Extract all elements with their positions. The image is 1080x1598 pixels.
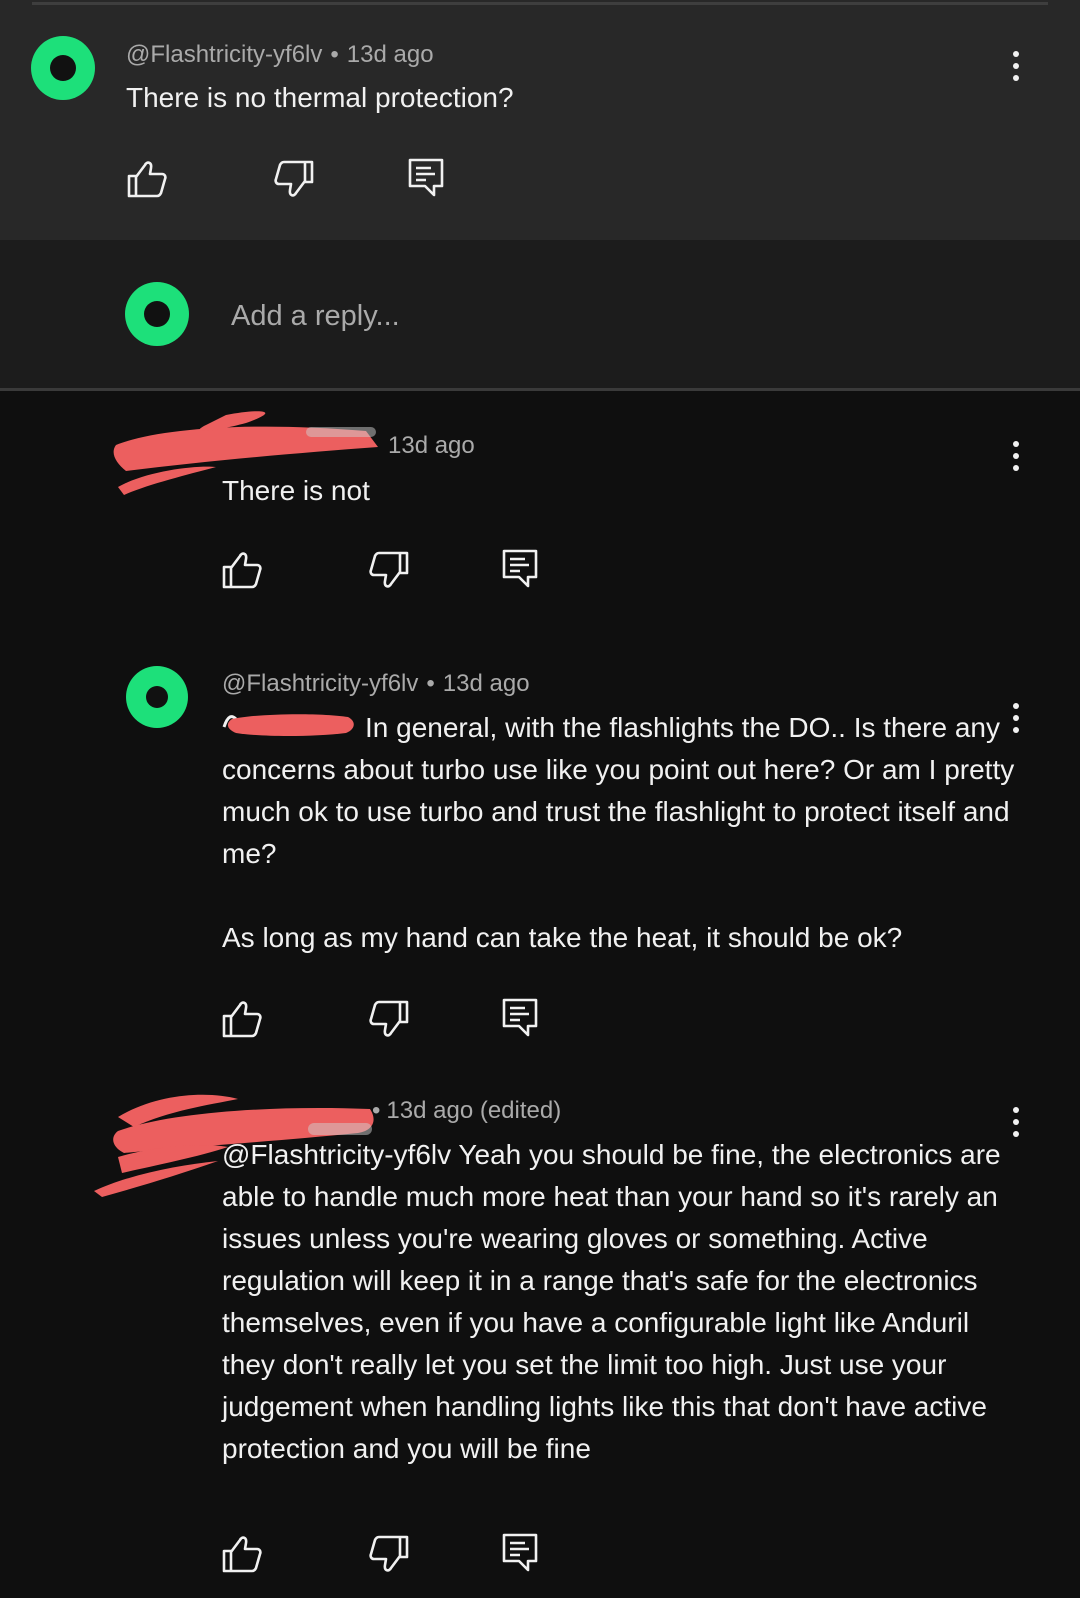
- reply-icon[interactable]: [498, 995, 542, 1039]
- comment-text: @Flashtricity-yf6lv Yeah you should be f…: [222, 1134, 1012, 1470]
- comment-text: There is no thermal protection?: [126, 82, 514, 113]
- comment-meta: @Flashtricity-yf6lv • 13d ago: [222, 669, 530, 699]
- comment-paragraph: As long as my hand can take the heat, it…: [222, 922, 903, 953]
- comment-time[interactable]: 13d ago: [443, 670, 530, 697]
- reply-input[interactable]: Add a reply...: [231, 298, 400, 334]
- more-icon[interactable]: [1000, 696, 1032, 740]
- like-icon[interactable]: [220, 1532, 264, 1576]
- comment-author[interactable]: @Flashtricity-yf6lv: [222, 670, 418, 697]
- more-icon[interactable]: [1000, 434, 1032, 478]
- more-icon[interactable]: [1000, 1100, 1032, 1144]
- reply-item: • 13d ago (edited) @Flashtricity-yf6lv Ye…: [0, 1071, 1080, 1598]
- avatar[interactable]: [126, 666, 188, 728]
- comment-paragraph: @Flashtricity-yf6lv Yeah you should be f…: [222, 1139, 1009, 1464]
- divider: [32, 2, 1048, 5]
- dislike-icon[interactable]: [367, 997, 411, 1041]
- add-reply-row: Add a reply...: [0, 240, 1080, 388]
- dislike-icon[interactable]: [367, 1532, 411, 1576]
- meta-separator: •: [330, 41, 339, 68]
- comment-meta: • 13d ago (edited): [372, 1096, 561, 1126]
- like-icon[interactable]: [125, 157, 169, 201]
- comment-author[interactable]: @Flashtricity-yf6lv: [126, 41, 322, 68]
- comment-time[interactable]: 13d ago (edited): [386, 1097, 561, 1124]
- dislike-icon[interactable]: [272, 157, 316, 201]
- dislike-icon[interactable]: [367, 548, 411, 592]
- like-icon[interactable]: [220, 548, 264, 592]
- meta-separator: •: [426, 670, 435, 697]
- comment-paragraph: There is not: [222, 475, 370, 506]
- avatar[interactable]: [31, 36, 95, 100]
- reply-icon[interactable]: [404, 155, 448, 199]
- comment-meta: @Flashtricity-yf6lv • 13d ago: [126, 40, 434, 70]
- meta-separator: •: [372, 1097, 381, 1124]
- avatar: [125, 282, 189, 346]
- comment-text: There is not: [222, 470, 1002, 512]
- more-icon[interactable]: [1000, 44, 1032, 88]
- reply-icon[interactable]: [498, 1530, 542, 1574]
- comment-time[interactable]: 13d ago: [347, 41, 434, 68]
- reply-item: 13d ago There is not: [0, 391, 1080, 651]
- comment-paragraph: In general, with the flashlights the DO.…: [222, 712, 1022, 869]
- reply-item: @Flashtricity-yf6lv • 13d ago In general, …: [0, 651, 1080, 1071]
- comment-time[interactable]: 13d ago: [388, 431, 475, 461]
- comment-text: In general, with the flashlights the DO.…: [222, 707, 1022, 959]
- reply-icon[interactable]: [498, 546, 542, 590]
- top-comment: @Flashtricity-yf6lv • 13d ago There is no …: [0, 0, 1080, 240]
- like-icon[interactable]: [220, 997, 264, 1041]
